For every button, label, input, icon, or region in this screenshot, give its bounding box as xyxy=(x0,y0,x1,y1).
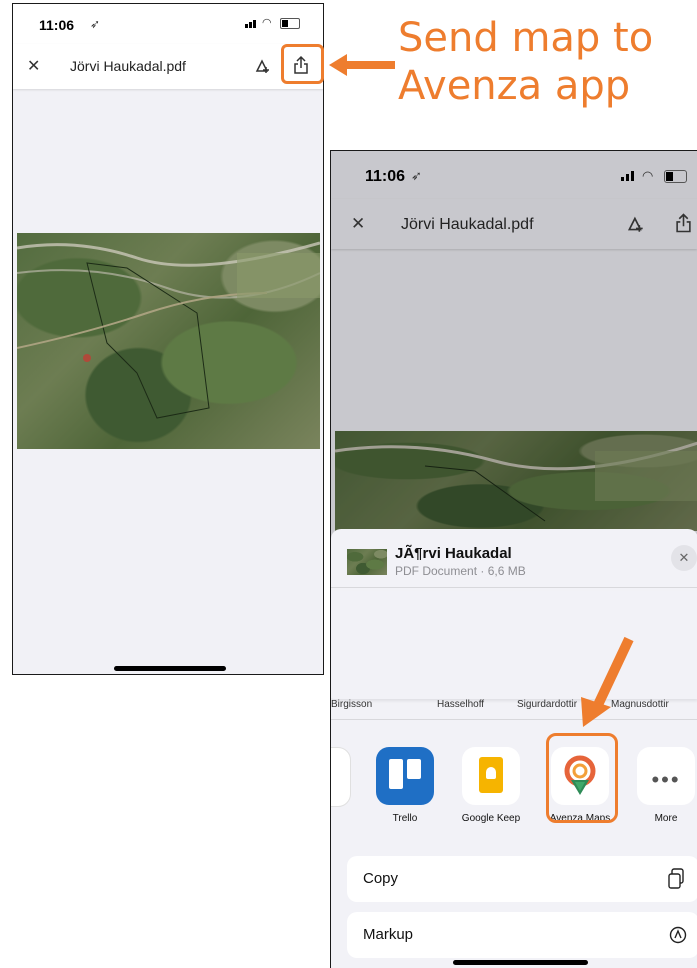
copy-action[interactable]: Copy xyxy=(347,856,697,902)
add-to-drive-icon[interactable] xyxy=(626,214,646,234)
status-time: 11:06 xyxy=(39,17,75,33)
pdf-viewer-toolbar: ✕ Jörvi Haukadal.pdf xyxy=(13,44,323,89)
annotation-line-2: Avenza app xyxy=(398,63,631,109)
close-icon[interactable]: ✕ xyxy=(351,214,365,234)
markup-label: Markup xyxy=(363,926,414,943)
contacts-suggestions xyxy=(331,591,697,699)
share-icon[interactable] xyxy=(675,212,692,234)
avenza-highlight xyxy=(546,733,618,823)
more-label: More xyxy=(654,813,678,824)
share-sheet: JÃ¶rvi Haukadal PDF Document · 6,6 MB ✕ … xyxy=(331,529,697,968)
location-arrow-icon: ➶ xyxy=(90,17,101,31)
pointer-arrow-icon xyxy=(329,54,395,76)
close-icon[interactable]: ✕ xyxy=(27,56,40,76)
wifi-icon: ◠ xyxy=(262,17,272,29)
google-keep-app-icon[interactable] xyxy=(462,747,520,805)
document-name: JÃ¶rvi Haukadal xyxy=(395,545,512,562)
more-apps-button[interactable]: ••• xyxy=(637,747,695,805)
markup-icon xyxy=(669,926,687,944)
wifi-icon: ◠ xyxy=(642,168,654,183)
right-phone-screen: 11:06 ➶ ◠ ✕ Jörvi Haukadal.pdf JÃ¶rvi Ha… xyxy=(330,150,697,968)
divider xyxy=(331,719,697,720)
signal-icon xyxy=(621,171,637,181)
add-to-drive-icon[interactable] xyxy=(254,57,272,75)
avenza-pointer-arrow-icon xyxy=(581,636,634,727)
more-dots-icon: ••• xyxy=(651,767,681,792)
document-meta: PDF Document · 6,6 MB xyxy=(395,564,526,578)
share-button-highlight xyxy=(281,44,324,84)
battery-icon xyxy=(280,18,300,29)
map-image xyxy=(335,431,697,531)
left-phone-screen: 11:06 ➶ ◠ ✕ Jörvi Haukadal.pdf xyxy=(12,3,324,675)
copy-icon xyxy=(668,868,684,889)
status-bar: 11:06 ➶ ◠ xyxy=(331,151,697,199)
contact-birgisson[interactable]: Birgisson xyxy=(331,699,372,710)
file-title: Jörvi Haukadal.pdf xyxy=(401,216,534,233)
markup-action[interactable]: Markup xyxy=(347,912,697,958)
status-time: 11:06 xyxy=(365,168,406,185)
copy-label: Copy xyxy=(363,870,399,887)
battery-icon xyxy=(664,170,687,183)
location-arrow-icon: ➶ xyxy=(411,168,422,183)
home-indicator xyxy=(114,666,226,671)
status-bar: 11:06 ➶ ◠ xyxy=(13,4,323,44)
map-image xyxy=(17,233,320,449)
document-thumbnail xyxy=(347,549,387,575)
google-keep-label: Google Keep xyxy=(461,813,521,824)
divider xyxy=(331,587,697,588)
trello-label: Trello xyxy=(392,813,418,824)
pdf-viewer-toolbar: ✕ Jörvi Haukadal.pdf xyxy=(331,199,697,249)
annotation-text: Send map to Avenza app xyxy=(398,14,653,110)
close-share-sheet-button[interactable]: ✕ xyxy=(671,545,697,571)
partial-app-tile[interactable] xyxy=(331,747,351,807)
home-indicator xyxy=(453,960,588,965)
file-title: Jörvi Haukadal.pdf xyxy=(70,58,186,74)
contact-sigurdardottir[interactable]: Sigurdardottir xyxy=(517,699,577,710)
trello-app-icon[interactable] xyxy=(376,747,434,805)
contact-hasselhoff[interactable]: Hasselhoff xyxy=(437,699,484,710)
annotation-line-1: Send map to xyxy=(398,15,654,61)
signal-icon xyxy=(245,19,259,28)
